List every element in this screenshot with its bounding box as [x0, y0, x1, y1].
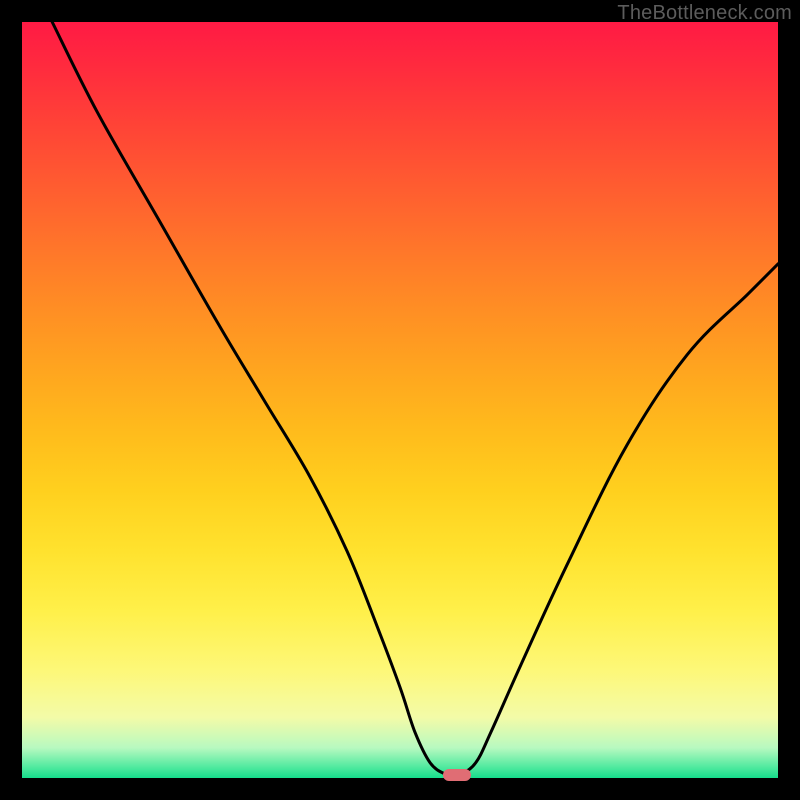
bottleneck-curve [22, 22, 778, 778]
chart-frame: TheBottleneck.com [0, 0, 800, 800]
optimal-marker [443, 769, 471, 781]
plot-area [22, 22, 778, 778]
watermark-text: TheBottleneck.com [617, 2, 792, 25]
